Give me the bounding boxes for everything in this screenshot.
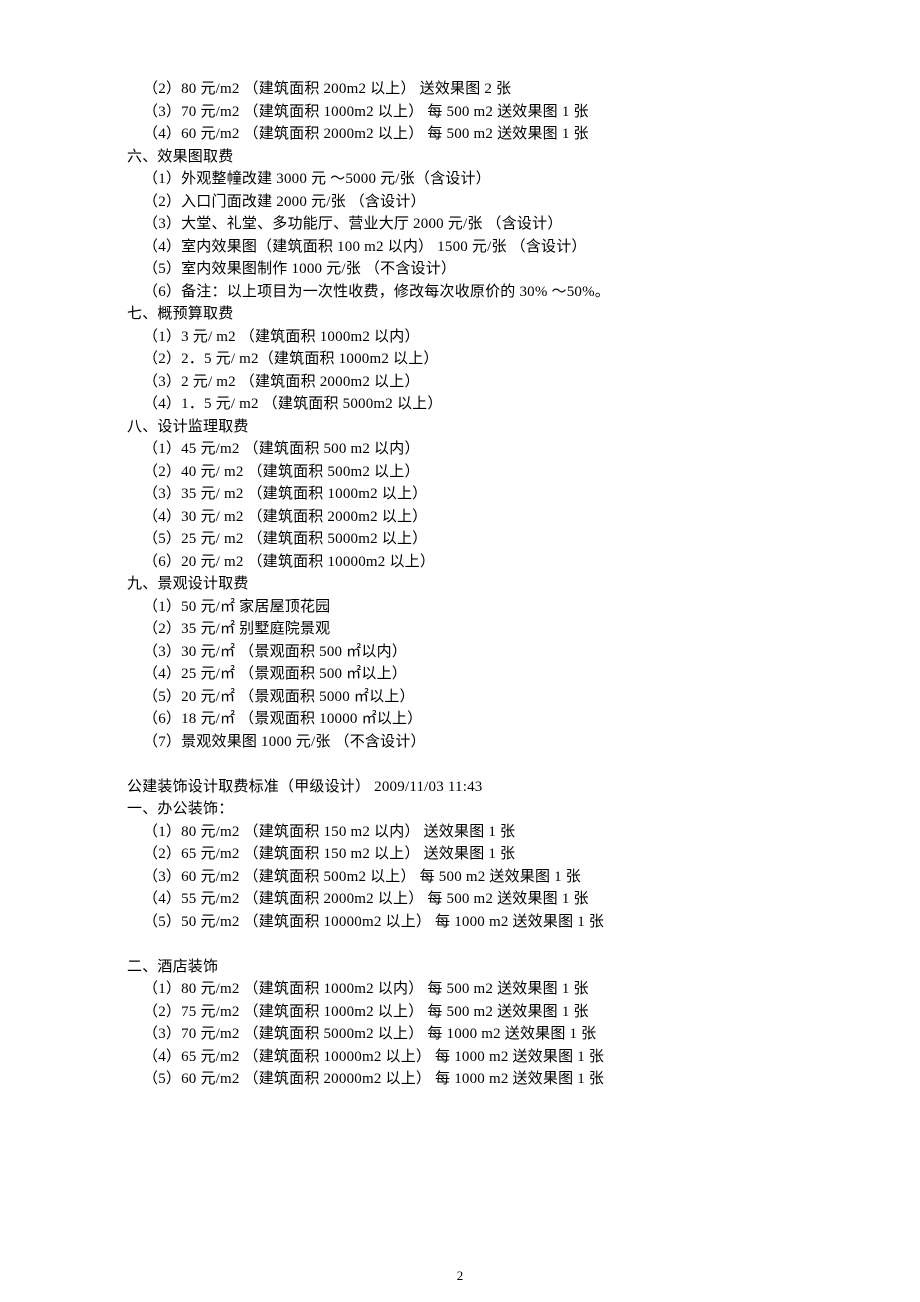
text-line: （6）18 元/㎡ （景观面积 10000 ㎡以上） xyxy=(127,708,827,731)
text-line: （4）25 元/㎡ （景观面积 500 ㎡以上） xyxy=(127,663,827,686)
text-line: （2）40 元/ m2 （建筑面积 500m2 以上） xyxy=(127,461,827,484)
text-line: （4）65 元/m2 （建筑面积 10000m2 以上） 每 1000 m2 送… xyxy=(127,1046,827,1069)
text-line: （2）65 元/m2 （建筑面积 150 m2 以上） 送效果图 1 张 xyxy=(127,843,827,866)
page-number: 2 xyxy=(0,1268,920,1284)
text-line: （1）80 元/m2 （建筑面积 150 m2 以内） 送效果图 1 张 xyxy=(127,821,827,844)
text-line: （1）45 元/m2 （建筑面积 500 m2 以内） xyxy=(127,438,827,461)
text-line: （3）35 元/ m2 （建筑面积 1000m2 以上） xyxy=(127,483,827,506)
text-line: （5）60 元/m2 （建筑面积 20000m2 以上） 每 1000 m2 送… xyxy=(127,1068,827,1091)
text-line: （1）50 元/㎡ 家居屋顶花园 xyxy=(127,596,827,619)
document-page: （2）80 元/m2 （建筑面积 200m2 以上） 送效果图 2 张（3）70… xyxy=(0,0,827,1091)
text-line: （1）80 元/m2 （建筑面积 1000m2 以内） 每 500 m2 送效果… xyxy=(127,978,827,1001)
text-line: 公建装饰设计取费标准（甲级设计） 2009/11/03 11:43 xyxy=(127,776,827,799)
text-line: （6）备注：以上项目为一次性收费，修改每次收原价的 30% ～50%。 xyxy=(127,281,827,304)
text-line: 二、酒店装饰 xyxy=(127,956,827,979)
text-line: （2）2．5 元/ m2（建筑面积 1000m2 以上） xyxy=(127,348,827,371)
text-line: 一、办公装饰： xyxy=(127,798,827,821)
text-line: （3）30 元/㎡ （景观面积 500 ㎡以内） xyxy=(127,641,827,664)
blank-line xyxy=(127,753,827,776)
text-line: （1）外观整幢改建 3000 元 ～5000 元/张（含设计） xyxy=(127,168,827,191)
text-line: （5）25 元/ m2 （建筑面积 5000m2 以上） xyxy=(127,528,827,551)
text-line: （2）35 元/㎡ 别墅庭院景观 xyxy=(127,618,827,641)
text-line: （6）20 元/ m2 （建筑面积 10000m2 以上） xyxy=(127,551,827,574)
text-line: （5）室内效果图制作 1000 元/张 （不含设计） xyxy=(127,258,827,281)
text-line: （3）70 元/m2 （建筑面积 1000m2 以上） 每 500 m2 送效果… xyxy=(127,101,827,124)
text-line: （1）3 元/ m2 （建筑面积 1000m2 以内） xyxy=(127,326,827,349)
text-line: （5）50 元/m2 （建筑面积 10000m2 以上） 每 1000 m2 送… xyxy=(127,911,827,934)
text-line: （4）55 元/m2 （建筑面积 2000m2 以上） 每 500 m2 送效果… xyxy=(127,888,827,911)
text-line: （3）60 元/m2 （建筑面积 500m2 以上） 每 500 m2 送效果图… xyxy=(127,866,827,889)
text-line: （5）20 元/㎡ （景观面积 5000 ㎡以上） xyxy=(127,686,827,709)
text-line: （4）30 元/ m2 （建筑面积 2000m2 以上） xyxy=(127,506,827,529)
text-line: （2）80 元/m2 （建筑面积 200m2 以上） 送效果图 2 张 xyxy=(127,78,827,101)
text-line: （3）大堂、礼堂、多功能厅、营业大厅 2000 元/张 （含设计） xyxy=(127,213,827,236)
text-line: （2）75 元/m2 （建筑面积 1000m2 以上） 每 500 m2 送效果… xyxy=(127,1001,827,1024)
text-line: （4）1．5 元/ m2 （建筑面积 5000m2 以上） xyxy=(127,393,827,416)
text-line: 七、概预算取费 xyxy=(127,303,827,326)
text-line: （2）入口门面改建 2000 元/张 （含设计） xyxy=(127,191,827,214)
text-line: 八、设计监理取费 xyxy=(127,416,827,439)
text-line: （4）60 元/m2 （建筑面积 2000m2 以上） 每 500 m2 送效果… xyxy=(127,123,827,146)
text-line: （7）景观效果图 1000 元/张 （不含设计） xyxy=(127,731,827,754)
text-line: （4）室内效果图（建筑面积 100 m2 以内） 1500 元/张 （含设计） xyxy=(127,236,827,259)
text-line: 九、景观设计取费 xyxy=(127,573,827,596)
text-line: 六、效果图取费 xyxy=(127,146,827,169)
blank-line xyxy=(127,933,827,956)
text-line: （3）2 元/ m2 （建筑面积 2000m2 以上） xyxy=(127,371,827,394)
text-line: （3）70 元/m2 （建筑面积 5000m2 以上） 每 1000 m2 送效… xyxy=(127,1023,827,1046)
